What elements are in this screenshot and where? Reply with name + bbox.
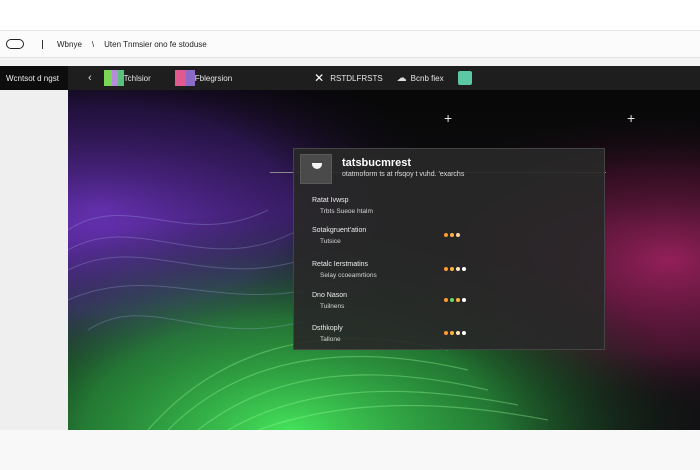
list-item[interactable]: Dsthkoply Tallone (312, 325, 602, 349)
status-dot (444, 267, 448, 271)
tab-1-label[interactable]: Tchlsior (124, 74, 151, 83)
back-arrow-icon[interactable]: ‹ (88, 72, 92, 84)
status-dot (456, 298, 460, 302)
address-separator (42, 39, 43, 49)
list-item-value: Tuilnens (320, 303, 345, 310)
tab-bar: Wcntsot d ngst ‹ Tchlsior Fblegrsion ✕ R… (0, 66, 700, 90)
address-caret: \ (91, 39, 95, 49)
cloud-icon[interactable]: ☁ (397, 73, 407, 84)
avatar-icon[interactable] (300, 154, 332, 184)
status-dot (462, 298, 466, 302)
list-item-value: Tallone (320, 336, 341, 343)
tab-thumbnail-2 (174, 70, 195, 86)
list-item-name: Dsthkoply (312, 325, 343, 332)
status-dot (456, 267, 460, 271)
pill-icon[interactable] (6, 39, 24, 49)
panel-title: tatsbucmrest (342, 157, 412, 169)
tab-2-label[interactable]: Fblegrsion (195, 74, 232, 83)
status-dot (444, 331, 448, 335)
plus-icon[interactable]: + (444, 110, 452, 126)
settings-panel: tatsbucmrest otatmoform ts at rfsqoy t v… (293, 148, 605, 350)
status-dot (444, 298, 448, 302)
status-dot (450, 331, 454, 335)
list-item[interactable]: Ratat Ivwsp Trbts Sueoe htalm (312, 197, 602, 221)
list-item-name: Ratat Ivwsp (312, 197, 349, 204)
tab-thumbnail-1 (103, 70, 124, 86)
list-item-name: Sotakgruent'ation (312, 227, 367, 234)
bottom-strip (0, 430, 700, 470)
list-item[interactable]: Retalc Ierstmatins Selay ccoeamrtions (312, 261, 602, 285)
panel-subtitle: otatmoform ts at rfsqoy t vuhd. 'exarchs (342, 171, 465, 178)
status-dot (444, 233, 448, 237)
tab-item-4[interactable]: Bcnb fiex (411, 74, 444, 83)
plus-icon[interactable]: + (627, 110, 635, 126)
list-item-value: Trbts Sueoe htalm (320, 208, 373, 215)
address-bar: Wbnye \ Uten Tnmsier ono fe stoduse (0, 30, 700, 58)
list-item-name: Retalc Ierstmatins (312, 261, 369, 268)
status-dots (444, 298, 466, 302)
desktop-screen: Wbnye \ Uten Tnmsier ono fe stoduse Wcnt… (0, 0, 700, 470)
puzzle-icon[interactable] (457, 71, 472, 85)
tab-item-3[interactable]: RSTDLFRSTS (330, 74, 382, 83)
list-item-value: Tutsice (320, 238, 341, 245)
list-item[interactable]: Dno Nason Tuilnens (312, 292, 602, 316)
list-item[interactable]: Sotakgruent'ation Tutsice (312, 227, 602, 251)
status-dots (444, 331, 466, 335)
list-item-value: Selay ccoeamrtions (320, 272, 377, 279)
status-dot (456, 331, 460, 335)
left-sidebar-blank (0, 90, 68, 430)
status-dot (462, 331, 466, 335)
close-icon[interactable]: ✕ (314, 71, 324, 85)
panel-header: tatsbucmrest otatmoform ts at rfsqoy t v… (300, 154, 600, 184)
tab-active[interactable]: Wcntsot d ngst (0, 66, 68, 90)
status-dot (456, 233, 460, 237)
list-item-name: Dno Nason (312, 292, 348, 299)
status-dot (450, 233, 454, 237)
title-strip (0, 0, 700, 30)
status-dots (444, 233, 460, 237)
status-dot (462, 267, 466, 271)
status-dot (450, 298, 454, 302)
address-label[interactable]: Wbnye (57, 40, 82, 49)
status-dots (444, 267, 466, 271)
status-dot (450, 267, 454, 271)
address-text[interactable]: Uten Tnmsier ono fe stoduse (104, 40, 207, 49)
